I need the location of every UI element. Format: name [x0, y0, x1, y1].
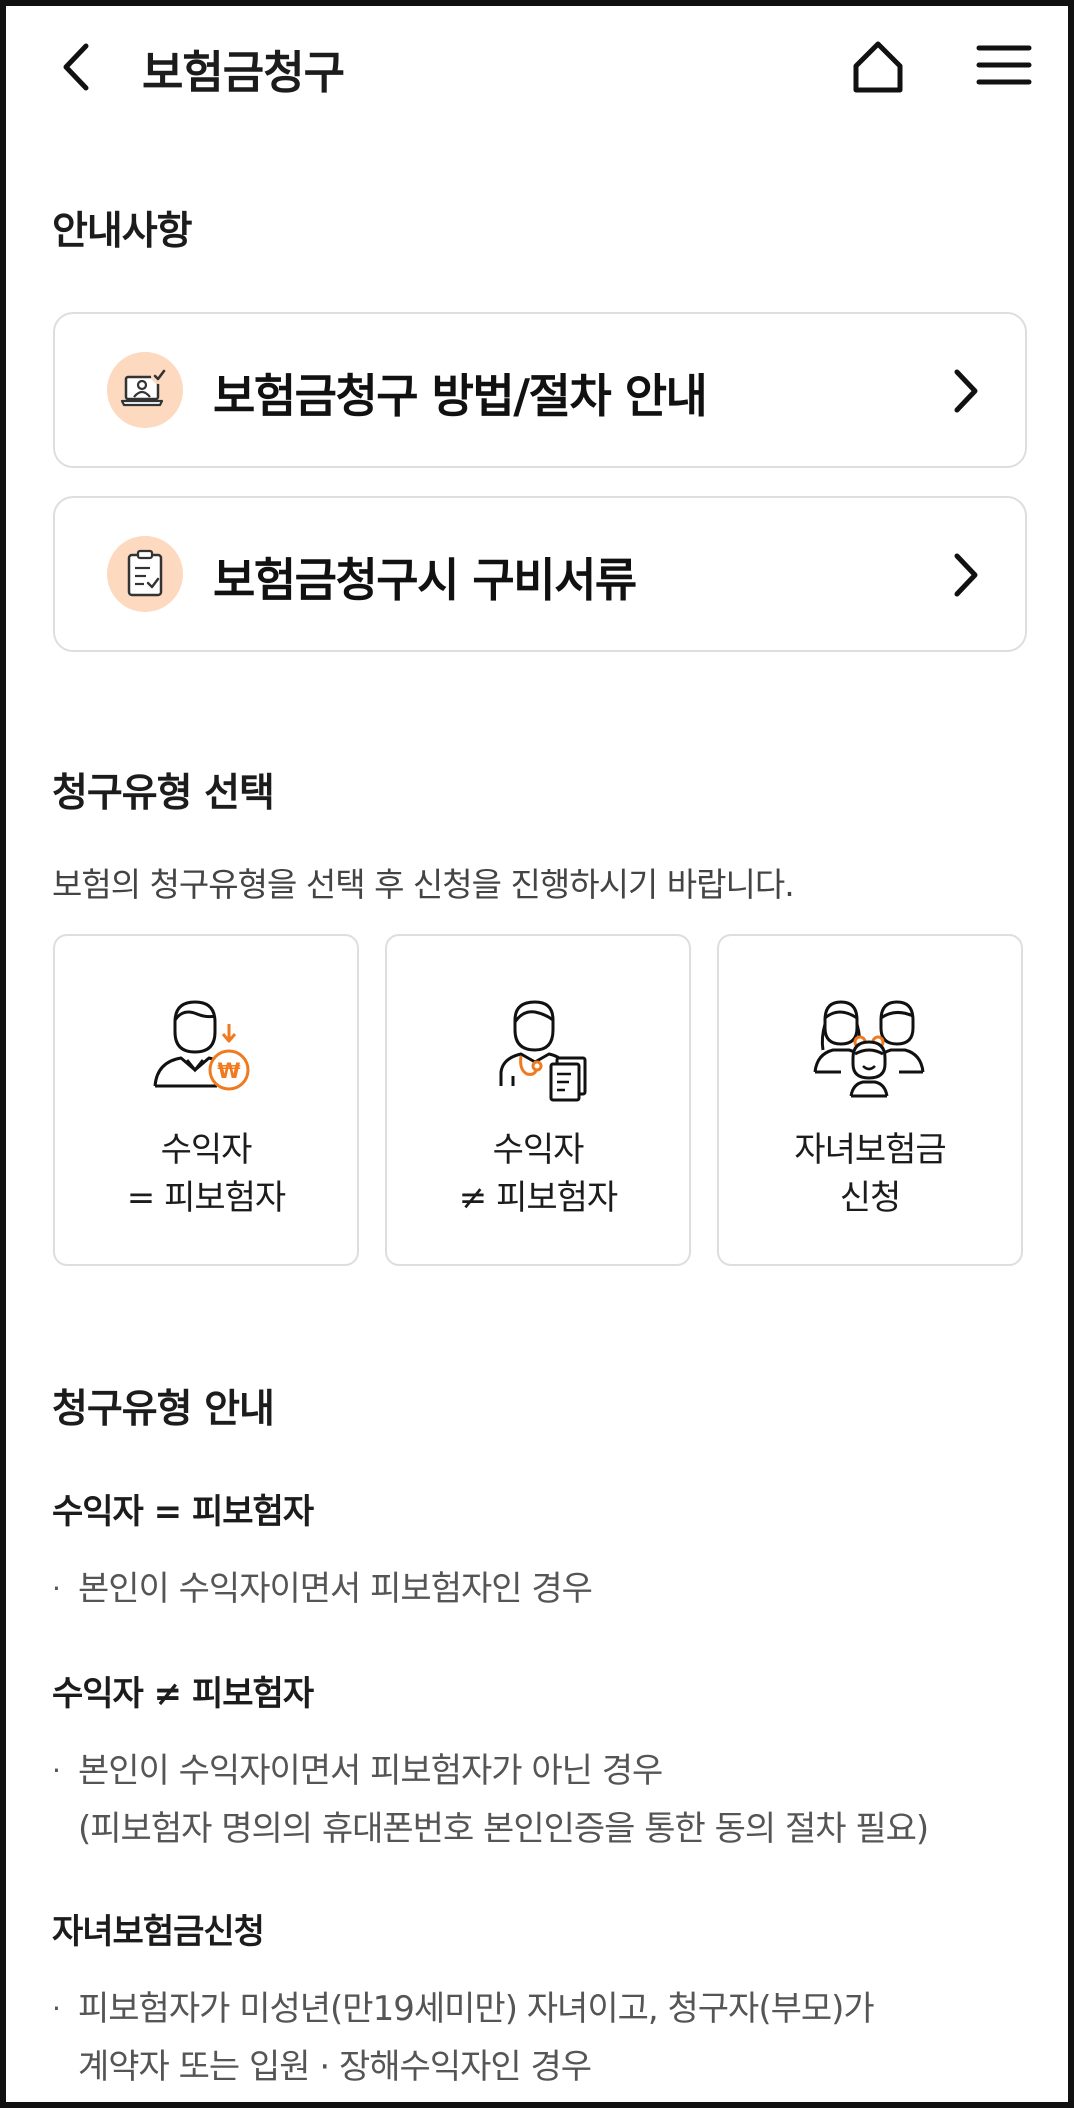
claim-type-beneficiary-not-insured[interactable]: 수익자 ≠ 피보험자 [385, 934, 691, 1266]
bullet-mark: · [52, 1754, 61, 1787]
laptop-user-check-icon [107, 352, 183, 428]
hamburger-menu-icon [976, 45, 1032, 85]
chevron-left-icon [63, 43, 89, 91]
home-icon [853, 41, 903, 93]
claim-type-label-line1: 자녀보험금 [794, 1130, 946, 1170]
guide-item-text: 본인이 수익자이면서 피보험자인 경우 [78, 1569, 593, 1609]
guide-item-title: 수익자 ≠ 피보험자 [52, 1674, 314, 1714]
claim-type-label-line1: 수익자 [160, 1130, 253, 1170]
app-frame: 보험금청구 안내사항 보험금청구 방법/절차 안내 보험금청구시 구비서류 청구… [0, 0, 1074, 2108]
svg-text:₩: ₩ [217, 1059, 240, 1083]
claim-type-label-line2: = 피보험자 [126, 1178, 286, 1218]
person-won-coin-icon: ₩ [153, 1000, 250, 1091]
guide-item-bullet: · 피보험자가 미성년(만19세미만) 자녀이고, 청구자(부모)가 계약자 또… [52, 1980, 875, 2096]
guide-item-title: 수익자 = 피보험자 [52, 1492, 314, 1532]
guide-item-text: (피보험자 명의의 휴대폰번호 본인인증을 통한 동의 절차 필요) [78, 1809, 929, 1849]
claim-guide-section-title: 청구유형 안내 [52, 1387, 275, 1432]
back-button[interactable] [52, 40, 102, 94]
claim-type-label-line2: ≠ 피보험자 [458, 1178, 618, 1218]
required-documents-card[interactable]: 보험금청구시 구비서류 [53, 496, 1027, 652]
menu-button[interactable] [976, 40, 1032, 90]
guide-item-text: 피보험자가 미성년(만19세미만) 자녀이고, 청구자(부모)가 [78, 1989, 875, 2029]
app-header: 보험금청구 [6, 6, 1068, 130]
guide-item-bullet: · 본인이 수익자이면서 피보험자가 아닌 경우 (피보험자 명의의 휴대폰번호… [52, 1742, 929, 1858]
guide-card-label: 보험금청구 방법/절차 안내 [213, 369, 708, 423]
family-icon [813, 1000, 925, 1098]
guide-card-label: 보험금청구시 구비서류 [213, 553, 637, 607]
chevron-right-icon [954, 369, 978, 413]
claim-type-description: 보험의 청구유형을 선택 후 신청을 진행하시기 바랍니다. [52, 865, 795, 904]
guide-item-text: 본인이 수익자이면서 피보험자가 아닌 경우 [78, 1751, 663, 1791]
claim-type-label-line1: 수익자 [492, 1130, 585, 1170]
claim-type-beneficiary-equals-insured[interactable]: ₩ 수익자 = 피보험자 [53, 934, 359, 1266]
claim-type-child-insurance[interactable]: 자녀보험금 신청 [717, 934, 1023, 1266]
guide-item-text: 계약자 또는 입원 · 장해수익자인 경우 [78, 2047, 592, 2087]
doctor-document-icon [499, 1000, 587, 1102]
claim-method-guide-card[interactable]: 보험금청구 방법/절차 안내 [53, 312, 1027, 468]
page-title: 보험금청구 [142, 46, 345, 99]
chevron-right-icon [954, 553, 978, 597]
claim-type-label-line2: 신청 [839, 1178, 902, 1218]
guide-item-bullet: · 본인이 수익자이면서 피보험자인 경우 [52, 1560, 593, 1618]
clipboard-check-icon [107, 536, 183, 612]
home-button[interactable] [848, 36, 908, 96]
bullet-mark: · [52, 1992, 61, 2025]
notice-section-title: 안내사항 [52, 209, 193, 254]
guide-item-title: 자녀보험금신청 [52, 1912, 265, 1952]
bullet-mark: · [52, 1572, 61, 1605]
claim-type-section-title: 청구유형 선택 [52, 771, 275, 816]
